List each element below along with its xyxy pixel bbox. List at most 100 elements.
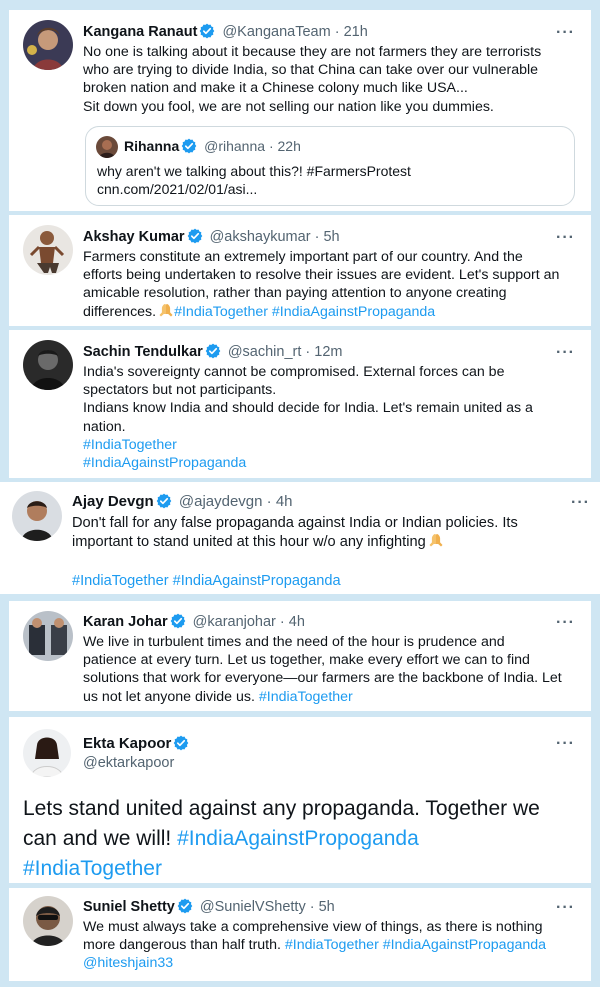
avatar[interactable] — [12, 491, 62, 541]
tweet-line: Farmers constitute an extremely importan… — [83, 249, 523, 265]
quoted-author-handle[interactable]: @rihanna — [204, 138, 265, 154]
tweet-text: No one is talking about it because they … — [83, 43, 541, 116]
tweet-line: efforts being undertaken to resolve thei… — [83, 267, 560, 284]
tweet-card[interactable]: Ajay Devgn @ajaydevgn · 4h ··· Don't fal… — [0, 482, 600, 594]
quoted-avatar — [96, 136, 118, 158]
tweet-card[interactable]: Kangana Ranaut @KanganaTeam · 21h ··· No… — [9, 10, 591, 211]
tweet-line: more dangerous than half truth. — [83, 937, 281, 954]
hashtags[interactable]: #IndiaTogether #IndiaAgainstPropaganda — [174, 304, 435, 320]
separator-dot: · — [305, 344, 311, 360]
avatar[interactable] — [23, 896, 73, 946]
verified-badge-icon — [199, 23, 216, 39]
tweet-text: We live in turbulent times and the need … — [83, 633, 562, 706]
tweet-card[interactable]: Sachin Tendulkar @sachin_rt · 12m ··· In… — [9, 330, 591, 478]
author-handle[interactable]: @KanganaTeam — [222, 24, 330, 40]
avatar[interactable] — [23, 611, 73, 661]
tweet-line: important to stand united at this hour w… — [72, 534, 426, 550]
quoted-link[interactable]: cnn.com/2021/02/01/asi... — [97, 180, 411, 198]
avatar[interactable] — [23, 340, 73, 390]
author-name[interactable]: Suniel Shetty — [83, 899, 175, 915]
tweet-line: differences. — [83, 303, 157, 320]
author-handle[interactable]: @akshaykumar — [210, 229, 311, 245]
more-options-icon[interactable]: ··· — [571, 495, 590, 511]
author-name[interactable]: Karan Johar — [83, 614, 168, 630]
quoted-tweet[interactable]: Rihanna @rihanna · 22h why aren't we tal… — [85, 126, 575, 206]
more-options-icon[interactable]: ··· — [556, 736, 575, 752]
tweet-line: No one is talking about it because they … — [83, 44, 542, 60]
timestamp[interactable]: 5h — [323, 229, 339, 245]
separator-dot: · — [279, 614, 285, 630]
tweet-line: solutions that work for everyone—our far… — [83, 670, 562, 687]
tweet-text: Lets stand united against any propaganda… — [23, 794, 540, 883]
timestamp[interactable]: 4h — [289, 614, 305, 630]
tweet-card[interactable]: Ekta Kapoor @ektarkapoor ··· Lets stand … — [9, 717, 591, 883]
hashtags[interactable]: #IndiaTogether #IndiaAgainstPropaganda — [72, 572, 341, 591]
timestamp[interactable]: 5h — [319, 899, 335, 915]
folded-hands-emoji-icon — [429, 534, 443, 547]
verified-badge-icon — [186, 228, 203, 244]
hashtag-link[interactable]: #IndiaAgainstPropoganda — [177, 827, 419, 850]
hashtags[interactable]: #IndiaTogether #IndiaAgainstPropaganda — [285, 937, 546, 953]
more-options-icon[interactable]: ··· — [556, 345, 575, 361]
hashtag-link[interactable]: #IndiaTogether — [23, 854, 540, 883]
quoted-text: why aren't we talking about this?! #Farm… — [97, 163, 411, 179]
more-options-icon[interactable]: ··· — [556, 230, 575, 246]
tweet-card[interactable]: Suniel Shetty @SunielVShetty · 5h ··· We… — [9, 888, 591, 981]
separator-dot: · — [268, 138, 274, 154]
tweet-line: Don't fall for any false propaganda agai… — [72, 515, 518, 531]
verified-badge-icon — [181, 138, 198, 154]
timestamp[interactable]: 4h — [276, 493, 293, 510]
separator-dot: · — [334, 24, 340, 40]
hashtags[interactable]: #IndiaTogether — [259, 689, 353, 705]
hashtag-link[interactable]: #IndiaAgainstPropaganda — [83, 454, 533, 472]
tweet-card[interactable]: Karan Johar @karanjohar · 4h ··· We live… — [9, 601, 591, 711]
avatar[interactable] — [23, 729, 71, 777]
author-handle[interactable]: @karanjohar — [193, 614, 276, 630]
author-handle[interactable]: @ektarkapoor — [83, 755, 174, 771]
tweet-line: who are trying to divide India, so that … — [83, 62, 539, 79]
tweet-text: India's sovereignty cannot be compromise… — [83, 363, 533, 472]
author-name[interactable]: Ekta Kapoor — [83, 735, 171, 752]
tweet-line: can and we will! — [23, 827, 172, 850]
tweet-line: We must always take a comprehensive view… — [83, 919, 543, 935]
author-handle[interactable]: @ajaydevgn — [179, 493, 263, 510]
quoted-timestamp[interactable]: 22h — [278, 138, 301, 154]
verified-badge-icon — [176, 898, 193, 914]
folded-hands-emoji-icon — [159, 303, 173, 317]
verified-badge-icon — [169, 613, 186, 629]
tweet-line: amicable resolution, rather than paying … — [83, 285, 507, 302]
author-name[interactable]: Sachin Tendulkar — [83, 344, 203, 360]
author-name[interactable]: Ajay Devgn — [72, 493, 154, 510]
tweet-line: Lets stand united against any propaganda… — [23, 797, 540, 820]
author-handle[interactable]: @SunielVShetty — [200, 899, 306, 915]
tweet-line: patience at every turn. Let us together,… — [83, 652, 530, 669]
tweet-line: Sit down you fool, we are not selling ou… — [83, 98, 494, 115]
tweet-card[interactable]: Akshay Kumar @akshaykumar · 5h ··· Farme… — [9, 215, 591, 326]
tweet-text: Don't fall for any false propaganda agai… — [72, 514, 518, 552]
more-options-icon[interactable]: ··· — [556, 25, 575, 41]
avatar[interactable] — [23, 20, 73, 70]
author-name[interactable]: Akshay Kumar — [83, 229, 185, 245]
tweet-line: We live in turbulent times and the need … — [83, 634, 505, 650]
tweet-line: spectators but not participants. — [83, 382, 277, 399]
more-options-icon[interactable]: ··· — [556, 900, 575, 916]
hashtag-link[interactable]: #IndiaTogether — [83, 436, 533, 454]
verified-badge-icon — [155, 493, 172, 509]
tweet-text: We must always take a comprehensive view… — [83, 918, 546, 973]
timestamp[interactable]: 12m — [314, 344, 342, 360]
tweet-line: nation. — [83, 418, 126, 435]
separator-dot: · — [266, 493, 272, 510]
tweet-line: broken nation and make it a Chinese colo… — [83, 80, 468, 97]
separator-dot: · — [309, 899, 315, 915]
tweet-line: Indians know India and should decide for… — [83, 400, 533, 417]
tweet-line: India's sovereignty cannot be compromise… — [83, 364, 505, 380]
timestamp[interactable]: 21h — [344, 24, 368, 40]
mention-link[interactable]: @hiteshjain33 — [83, 954, 546, 972]
author-name[interactable]: Kangana Ranaut — [83, 24, 197, 40]
quoted-author-name[interactable]: Rihanna — [124, 138, 179, 154]
separator-dot: · — [314, 229, 320, 245]
author-handle[interactable]: @sachin_rt — [228, 344, 302, 360]
verified-badge-icon — [204, 343, 221, 359]
avatar[interactable] — [23, 225, 73, 275]
more-options-icon[interactable]: ··· — [556, 615, 575, 631]
